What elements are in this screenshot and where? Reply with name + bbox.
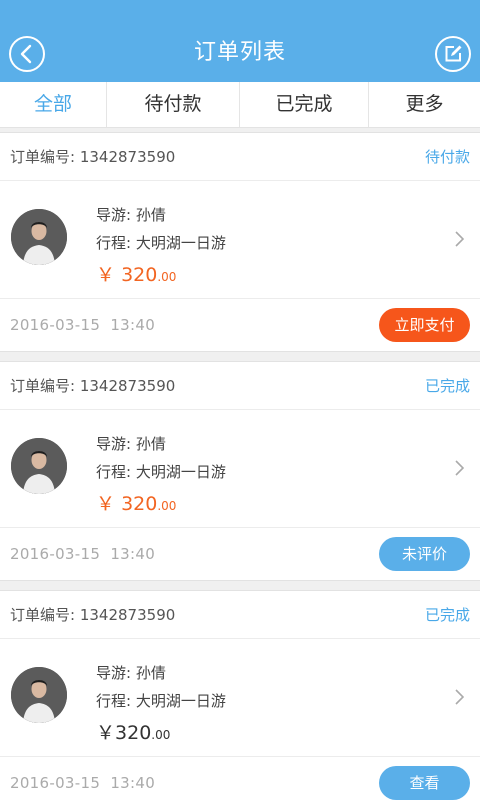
- order-detail-row[interactable]: 导游: 孙倩 行程: 大明湖一日游 ￥320.00: [0, 639, 480, 757]
- order-header: 订单编号: 1342873590 待付款: [0, 133, 480, 181]
- edit-button[interactable]: [435, 36, 471, 72]
- avatar: [11, 209, 67, 265]
- chevron-right-icon: [455, 689, 464, 705]
- guide-name: 导游: 孙倩: [96, 206, 166, 224]
- order-card: 订单编号: 1342873590 待付款 导游: 孙倩 行程: 大明湖一日游 ￥…: [0, 132, 480, 352]
- status-label: 已完成: [424, 606, 470, 624]
- tab-more[interactable]: 更多: [369, 82, 480, 127]
- trip-name: 行程: 大明湖一日游: [96, 463, 226, 481]
- pay-now-button[interactable]: 立即支付: [379, 308, 470, 342]
- order-card: 订单编号: 1342873590 已完成 导游: 孙倩 行程: 大明湖一日游 ￥…: [0, 590, 480, 800]
- guide-name: 导游: 孙倩: [96, 435, 166, 453]
- trip-name: 行程: 大明湖一日游: [96, 692, 226, 710]
- chevron-right-icon: [455, 231, 464, 247]
- order-footer: 2016-03-15 13:40 未评价: [0, 528, 480, 580]
- order-header: 订单编号: 1342873590 已完成: [0, 591, 480, 639]
- price: ￥ 320.00: [96, 264, 177, 286]
- order-footer: 2016-03-15 13:40 立即支付: [0, 299, 480, 351]
- tab-completed[interactable]: 已完成: [240, 82, 369, 127]
- price: ￥320.00: [96, 722, 171, 744]
- order-number: 订单编号: 1342873590: [10, 148, 176, 166]
- order-detail-row[interactable]: 导游: 孙倩 行程: 大明湖一日游 ￥ 320.00: [0, 410, 480, 528]
- order-number: 订单编号: 1342873590: [10, 377, 176, 395]
- order-card: 订单编号: 1342873590 已完成 导游: 孙倩 行程: 大明湖一日游 ￥…: [0, 361, 480, 581]
- order-datetime: 2016-03-15 13:40: [10, 316, 156, 334]
- page-title: 订单列表: [193, 40, 286, 65]
- price: ￥ 320.00: [96, 493, 177, 515]
- avatar: [11, 667, 67, 723]
- status-label: 待付款: [424, 148, 470, 166]
- chevron-right-icon: [455, 460, 464, 476]
- order-datetime: 2016-03-15 13:40: [10, 545, 156, 563]
- filter-tabs: 全部 待付款 已完成 更多: [0, 82, 480, 128]
- order-header: 订单编号: 1342873590 已完成: [0, 362, 480, 410]
- review-button[interactable]: 未评价: [379, 537, 470, 571]
- order-number: 订单编号: 1342873590: [10, 606, 176, 624]
- trip-name: 行程: 大明湖一日游: [96, 234, 226, 252]
- order-detail-row[interactable]: 导游: 孙倩 行程: 大明湖一日游 ￥ 320.00: [0, 181, 480, 299]
- order-footer: 2016-03-15 13:40 查看: [0, 757, 480, 800]
- tab-pending-payment[interactable]: 待付款: [107, 82, 240, 127]
- tab-all[interactable]: 全部: [0, 82, 107, 127]
- edit-icon: [445, 45, 462, 62]
- guide-name: 导游: 孙倩: [96, 664, 166, 682]
- view-button[interactable]: 查看: [379, 766, 470, 800]
- order-datetime: 2016-03-15 13:40: [10, 774, 156, 792]
- avatar: [11, 438, 67, 494]
- status-label: 已完成: [424, 377, 470, 395]
- app-header: 订单列表: [0, 0, 480, 82]
